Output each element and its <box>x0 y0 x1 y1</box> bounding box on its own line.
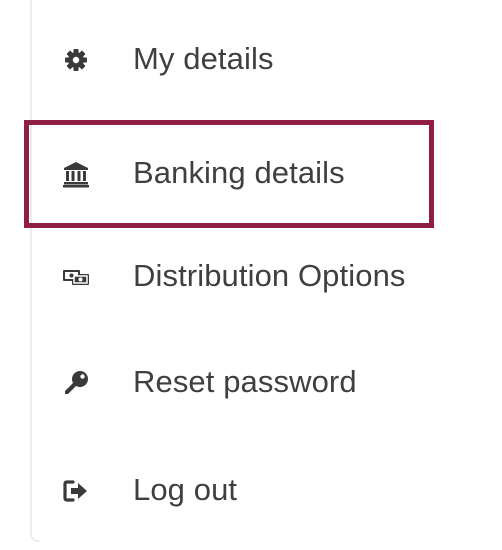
menu-item-label: Reset password <box>133 364 357 399</box>
sign-out-icon <box>62 477 90 505</box>
account-menu: My details Banking details Distribution … <box>0 0 502 550</box>
menu-item-label: Banking details <box>133 155 345 190</box>
menu-item-log-out[interactable]: Log out <box>24 437 434 545</box>
account-menu-panel: My details Banking details Distribution … <box>0 0 502 550</box>
menu-item-banking-details[interactable]: Banking details <box>24 120 434 228</box>
bank-icon <box>62 160 90 188</box>
menu-item-reset-password[interactable]: Reset password <box>24 329 434 437</box>
menu-item-label: Distribution Options <box>133 258 406 293</box>
key-icon <box>62 369 90 397</box>
menu-item-my-details[interactable]: My details <box>24 6 434 114</box>
menu-item-distribution-options[interactable]: Distribution Options <box>24 223 434 331</box>
menu-item-label: My details <box>133 41 274 76</box>
money-icon <box>62 263 90 291</box>
gear-icon <box>62 46 90 74</box>
menu-item-label: Log out <box>133 472 238 507</box>
